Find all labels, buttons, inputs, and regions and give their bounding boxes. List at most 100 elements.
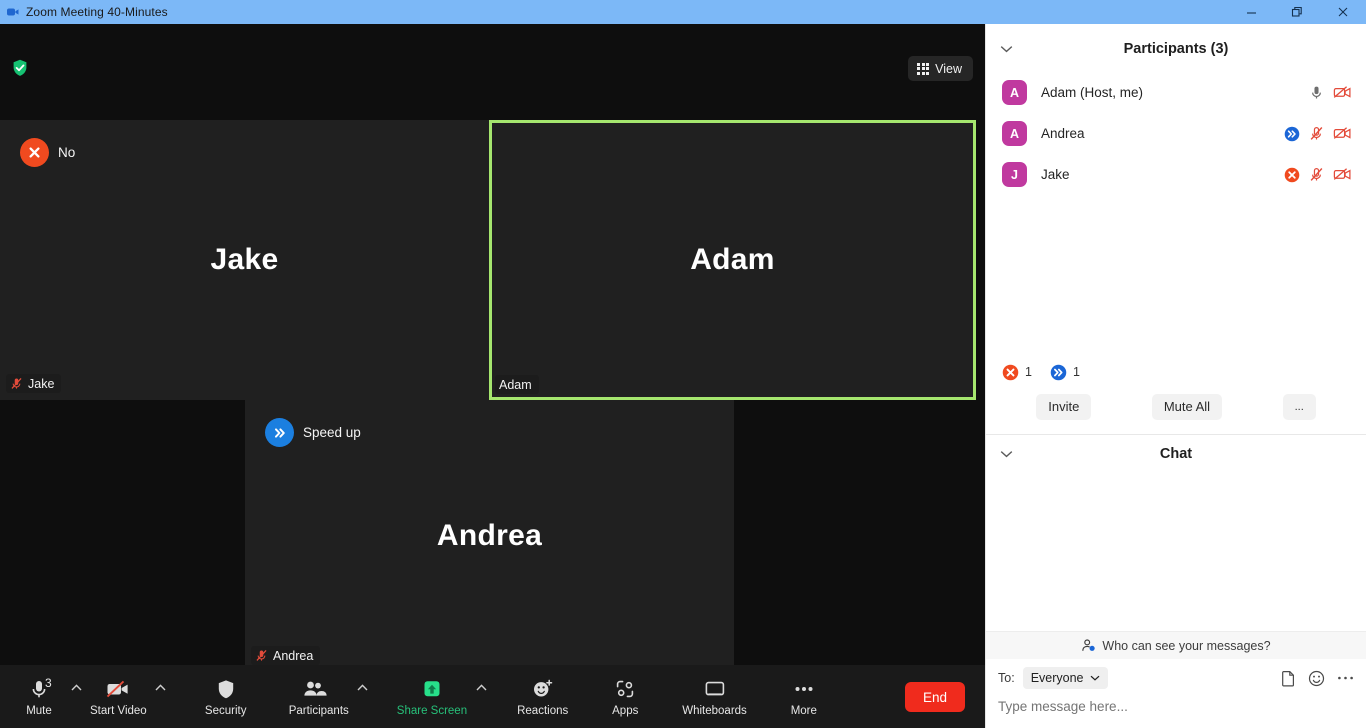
reaction-count-speed-up[interactable]: 1	[1050, 364, 1080, 381]
chat-recipient-value: Everyone	[1030, 671, 1084, 685]
ellipsis-icon[interactable]	[1337, 675, 1354, 681]
title-bar: Zoom Meeting 40-Minutes	[0, 0, 1366, 24]
reactions-label: Reactions	[517, 704, 569, 717]
ellipsis-icon	[791, 676, 817, 702]
participants-options-caret[interactable]	[355, 668, 371, 726]
chat-privacy-note[interactable]: Who can see your messages?	[986, 631, 1366, 659]
participants-title: Participants (3)	[1123, 41, 1229, 57]
person-info-icon	[1081, 638, 1096, 653]
chat-recipient-row: To: Everyone	[986, 659, 1366, 689]
video-tile-jake[interactable]: No Jake Jake	[0, 120, 489, 400]
emoji-icon[interactable]	[1308, 670, 1325, 687]
chevron-down-icon[interactable]	[1000, 450, 1013, 458]
mute-options-caret[interactable]	[68, 668, 84, 726]
mic-off-icon[interactable]	[1309, 167, 1324, 182]
security-label: Security	[204, 704, 247, 717]
zoom-meeting-window: Zoom Meeting 40-Minutes View No Jake Jak…	[0, 0, 1366, 728]
minimize-button[interactable]	[1228, 0, 1274, 24]
whiteboards-label: Whiteboards	[682, 704, 747, 717]
participants-button[interactable]: Participants 3	[45, 668, 355, 726]
double-chevron-right-icon	[1050, 364, 1067, 381]
green-shield-check-icon	[9, 57, 31, 79]
end-meeting-button[interactable]: End	[905, 682, 965, 712]
restore-button[interactable]	[1274, 0, 1320, 24]
tile-badge-name: Jake	[28, 376, 55, 391]
start-video-label: Start Video	[90, 704, 147, 717]
video-tile-andrea[interactable]: Speed up Andrea Andrea	[245, 400, 734, 672]
avatar: A	[1002, 121, 1027, 146]
whiteboard-icon	[703, 676, 727, 702]
meeting-area: View No Jake Jake Adam Adam Speed up And…	[0, 24, 985, 728]
shield-icon	[215, 676, 237, 702]
chevron-down-icon[interactable]	[1000, 45, 1013, 53]
mute-button[interactable]: Mute	[10, 668, 68, 726]
participants-label: Participants	[288, 704, 349, 717]
participants-list-spacer	[986, 195, 1366, 354]
participant-name: Andrea	[1041, 126, 1085, 141]
tile-display-name: Jake	[210, 243, 279, 276]
whiteboards-button[interactable]: Whiteboards	[676, 668, 753, 726]
more-label: More	[790, 704, 817, 717]
people-icon	[302, 676, 336, 702]
invite-button[interactable]: Invite	[1036, 393, 1092, 420]
share-options-caret[interactable]	[473, 668, 489, 726]
tile-name-badge: Jake	[6, 374, 62, 393]
participants-more-button[interactable]: ...	[1282, 393, 1316, 420]
video-tile-adam[interactable]: Adam Adam	[489, 120, 976, 400]
reaction-count-no[interactable]: 1	[1002, 364, 1032, 381]
participant-row-jake[interactable]: J Jake	[986, 154, 1366, 195]
chat-tools	[1281, 670, 1354, 687]
close-button[interactable]	[1320, 0, 1366, 24]
x-circle-icon	[1284, 167, 1300, 183]
window-body: View No Jake Jake Adam Adam Speed up And…	[0, 24, 1366, 728]
more-button[interactable]: More	[775, 668, 833, 726]
chat-to-label: To:	[998, 671, 1015, 685]
mic-off-icon	[10, 377, 23, 390]
apps-button[interactable]: Apps	[596, 668, 654, 726]
x-circle-icon	[1002, 364, 1019, 381]
file-icon[interactable]	[1281, 670, 1296, 687]
camera-off-icon[interactable]	[1333, 85, 1352, 100]
share-screen-label: Share Screen	[396, 704, 468, 717]
view-button[interactable]: View	[908, 56, 973, 81]
mic-off-icon[interactable]	[1309, 126, 1324, 141]
zoom-camera-icon	[0, 5, 26, 19]
chat-input-spacer	[986, 714, 1366, 728]
chevron-down-icon	[1090, 675, 1100, 681]
mute-label: Mute	[26, 704, 52, 717]
tile-name-badge: Andrea	[251, 646, 321, 665]
start-video-button[interactable]: Start Video	[84, 668, 153, 726]
mute-all-button[interactable]: Mute All	[1151, 393, 1223, 420]
side-panel: Participants (3) A Adam (Host, me) A And…	[985, 24, 1366, 728]
chat-message-input[interactable]	[986, 689, 1366, 714]
security-button[interactable]: Security	[197, 668, 255, 726]
camera-off-icon[interactable]	[1333, 167, 1352, 182]
participants-count: 3	[45, 676, 52, 690]
mic-on-icon[interactable]	[1309, 85, 1324, 100]
participant-status-icons	[1284, 126, 1352, 142]
tile-badge-name: Adam	[499, 377, 532, 392]
share-up-arrow-icon	[419, 676, 445, 702]
camera-off-icon[interactable]	[1333, 126, 1352, 141]
video-stage: View No Jake Jake Adam Adam Speed up And…	[0, 24, 985, 672]
participants-panel-header: Participants (3)	[986, 30, 1366, 68]
smiley-plus-icon	[531, 676, 555, 702]
chat-privacy-label: Who can see your messages?	[1102, 638, 1271, 653]
participant-row-andrea[interactable]: A Andrea	[986, 113, 1366, 154]
grid-icon	[917, 62, 930, 75]
window-controls	[1228, 0, 1366, 24]
participant-row-adam[interactable]: A Adam (Host, me)	[986, 72, 1366, 113]
tile-badge-name: Andrea	[273, 648, 314, 663]
view-button-label: View	[935, 61, 962, 76]
chat-recipient-select[interactable]: Everyone	[1022, 667, 1108, 689]
video-options-caret[interactable]	[153, 668, 169, 726]
participants-list: A Adam (Host, me) A Andrea J Jake	[986, 68, 1366, 195]
chat-messages-area	[986, 472, 1366, 631]
chat-title: Chat	[1159, 445, 1193, 462]
participant-status-icons	[1309, 85, 1352, 100]
reactions-button[interactable]: Reactions	[511, 668, 574, 726]
chat-panel-header: Chat	[986, 435, 1366, 473]
participants-actions: Invite Mute All ...	[986, 381, 1366, 434]
share-screen-button[interactable]: Share Screen	[391, 668, 473, 726]
mic-off-icon	[255, 649, 268, 662]
